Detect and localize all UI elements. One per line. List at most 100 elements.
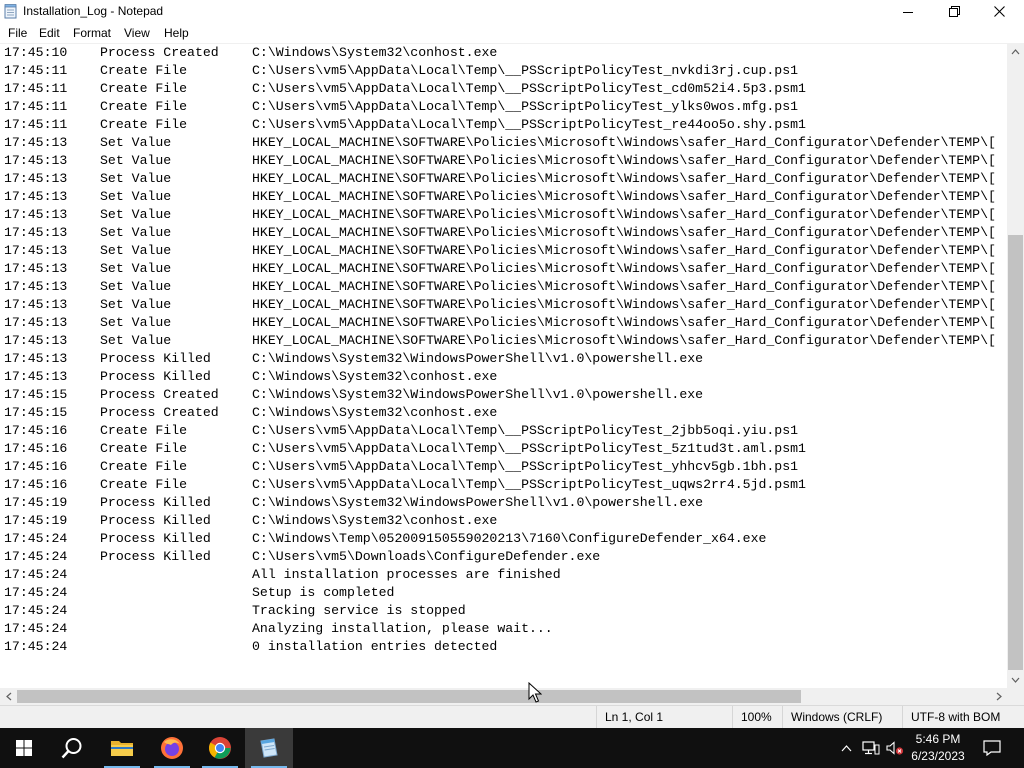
firefox-button[interactable]: [148, 728, 196, 768]
menu-edit[interactable]: Edit: [39, 26, 60, 40]
menu-format[interactable]: Format: [73, 26, 111, 40]
menu-file[interactable]: File: [8, 26, 27, 40]
log-line: 17:45:13 Set Value HKEY_LOCAL_MACHINE\SOFT…: [4, 296, 1007, 314]
log-line: 17:45:13 Set Value HKEY_LOCAL_MACHINE\SOFT…: [4, 206, 1007, 224]
log-time: 17:45:13: [4, 351, 68, 366]
scroll-up-button[interactable]: [1007, 43, 1024, 60]
log-detail: HKEY_LOCAL_MACHINE\SOFTWARE\Policies\Mic…: [252, 207, 996, 222]
log-detail: HKEY_LOCAL_MACHINE\SOFTWARE\Policies\Mic…: [252, 153, 996, 168]
chevron-down-icon: [1011, 677, 1020, 683]
log-time: 17:45:13: [4, 225, 68, 240]
text-editor[interactable]: 17:45:10 Process Created C:\Windows\System…: [0, 43, 1007, 688]
menu-bar: File Edit Format View Help: [0, 23, 1024, 43]
log-line: 17:45:24 Analyzing installation, please w…: [4, 620, 1007, 638]
log-detail: HKEY_LOCAL_MACHINE\SOFTWARE\Policies\Mic…: [252, 189, 996, 204]
log-action: Set Value: [100, 333, 172, 348]
start-button[interactable]: [0, 728, 48, 768]
title-bar[interactable]: Installation_Log - Notepad: [0, 0, 1024, 23]
log-time: 17:45:16: [4, 459, 68, 474]
log-action: Set Value: [100, 153, 172, 168]
log-detail: C:\Windows\System32\WindowsPowerShell\v1…: [252, 495, 704, 510]
log-time: 17:45:24: [4, 585, 68, 600]
log-action: Create File: [100, 459, 188, 474]
log-action: Process Killed: [100, 531, 211, 546]
log-line: 17:45:13 Set Value HKEY_LOCAL_MACHINE\SOFT…: [4, 278, 1007, 296]
log-detail: C:\Windows\System32\WindowsPowerShell\v1…: [252, 387, 704, 402]
log-detail: Tracking service is stopped: [252, 603, 466, 618]
notepad-icon: [260, 738, 278, 758]
log-detail: C:\Users\vm5\AppData\Local\Temp\__PSScri…: [252, 477, 806, 492]
chevron-up-icon: [841, 744, 851, 751]
log-line: 17:45:24 Tracking service is stopped: [4, 602, 1007, 620]
log-detail: C:\Windows\System32\conhost.exe: [252, 369, 498, 384]
vertical-scroll-thumb[interactable]: [1008, 235, 1023, 670]
log-line: 17:45:13 Set Value HKEY_LOCAL_MACHINE\SOFT…: [4, 332, 1007, 350]
log-time: 17:45:11: [4, 99, 68, 114]
log-detail: HKEY_LOCAL_MACHINE\SOFTWARE\Policies\Mic…: [252, 333, 996, 348]
scroll-down-button[interactable]: [1007, 671, 1024, 688]
log-line: 17:45:13 Set Value HKEY_LOCAL_MACHINE\SOFT…: [4, 188, 1007, 206]
log-action: Process Created: [100, 387, 219, 402]
log-action: Process Created: [100, 45, 219, 60]
status-encoding: UTF-8 with BOM: [902, 706, 1024, 729]
close-icon: [993, 6, 1005, 17]
log-line: 17:45:13 Set Value HKEY_LOCAL_MACHINE\SOFT…: [4, 170, 1007, 188]
log-time: 17:45:19: [4, 495, 68, 510]
log-time: 17:45:13: [4, 261, 68, 276]
log-line: 17:45:15 Process Created C:\Windows\System…: [4, 404, 1007, 422]
log-time: 17:45:13: [4, 189, 68, 204]
close-button[interactable]: [976, 0, 1022, 23]
log-time: 17:45:13: [4, 135, 68, 150]
mouse-cursor-icon: [528, 682, 542, 703]
log-line: 17:45:13 Set Value HKEY_LOCAL_MACHINE\SOFT…: [4, 314, 1007, 332]
maximize-button[interactable]: [931, 0, 977, 23]
notepad-taskbar-button[interactable]: [245, 728, 293, 768]
log-line: 17:45:13 Set Value HKEY_LOCAL_MACHINE\SOFT…: [4, 134, 1007, 152]
log-line: 17:45:16 Create File C:\Users\vm5\AppData\…: [4, 422, 1007, 440]
log-line: 17:45:16 Create File C:\Users\vm5\AppData\…: [4, 440, 1007, 458]
log-line: 17:45:10 Process Created C:\Windows\System…: [4, 44, 1007, 62]
log-time: 17:45:11: [4, 117, 68, 132]
log-line: 17:45:16 Create File C:\Users\vm5\AppData\…: [4, 458, 1007, 476]
chevron-left-icon: [5, 692, 11, 701]
minimize-button[interactable]: [885, 0, 931, 23]
log-line: 17:45:13 Set Value HKEY_LOCAL_MACHINE\SOFT…: [4, 260, 1007, 278]
log-action: Set Value: [100, 243, 172, 258]
menu-help[interactable]: Help: [164, 26, 189, 40]
log-time: 17:45:16: [4, 477, 68, 492]
log-time: 17:45:15: [4, 405, 68, 420]
action-center-button[interactable]: [978, 728, 1006, 768]
clock-date: 6/23/2023: [911, 749, 965, 763]
log-time: 17:45:13: [4, 369, 68, 384]
log-detail: C:\Windows\Temp\052009150559020213\7160\…: [252, 531, 767, 546]
log-line: 17:45:13 Process Killed C:\Windows\System3…: [4, 350, 1007, 368]
log-detail: C:\Users\vm5\AppData\Local\Temp\__PSScri…: [252, 63, 799, 78]
log-time: 17:45:11: [4, 81, 68, 96]
log-action: Create File: [100, 81, 188, 96]
log-detail: HKEY_LOCAL_MACHINE\SOFTWARE\Policies\Mic…: [252, 279, 996, 294]
log-line: 17:45:16 Create File C:\Users\vm5\AppData\…: [4, 476, 1007, 494]
log-action: Set Value: [100, 189, 172, 204]
log-time: 17:45:11: [4, 63, 68, 78]
log-time: 17:45:13: [4, 153, 68, 168]
network-tray-button[interactable]: [860, 728, 882, 768]
taskbar-clock[interactable]: 5:46 PM 6/23/2023: [896, 731, 980, 765]
file-explorer-button[interactable]: [98, 728, 146, 768]
horizontal-scroll-thumb[interactable]: [17, 690, 801, 703]
status-zoom: 100%: [732, 706, 782, 729]
log-detail: C:\Users\vm5\AppData\Local\Temp\__PSScri…: [252, 81, 806, 96]
search-button[interactable]: [48, 728, 96, 768]
show-hidden-icons-button[interactable]: [836, 728, 856, 768]
chrome-button[interactable]: [196, 728, 244, 768]
log-line: 17:45:11 Create File C:\Users\vm5\AppData\…: [4, 62, 1007, 80]
log-time: 17:45:19: [4, 513, 68, 528]
log-line: 17:45:24 Setup is completed: [4, 584, 1007, 602]
network-icon: [862, 741, 880, 755]
log-detail: Analyzing installation, please wait...: [252, 621, 553, 636]
scroll-right-button[interactable]: [990, 688, 1007, 705]
menu-view[interactable]: View: [124, 26, 150, 40]
taskbar: 5:46 PM 6/23/2023: [0, 728, 1024, 768]
scroll-left-button[interactable]: [0, 688, 17, 705]
log-line: 17:45:13 Set Value HKEY_LOCAL_MACHINE\SOFT…: [4, 152, 1007, 170]
log-detail: C:\Windows\System32\conhost.exe: [252, 513, 498, 528]
